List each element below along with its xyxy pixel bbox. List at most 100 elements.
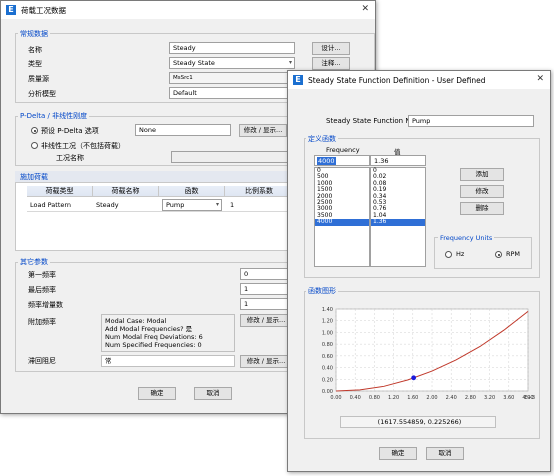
damping-label: 滞回阻尼: [28, 356, 56, 366]
col-load-name: 荷载名称: [93, 186, 159, 197]
additional-freq-label: 附加频率: [28, 318, 56, 326]
app-icon: E: [6, 5, 16, 15]
unit-hz-label: Hz: [456, 250, 465, 258]
pdelta-modify-button[interactable]: 修改 / 显示...: [239, 124, 287, 137]
additional-freq-modify-button[interactable]: 修改 / 显示...: [240, 314, 292, 327]
name-label: 名称: [28, 46, 42, 54]
app-icon: E: [293, 75, 303, 85]
additional-freq-info: Modal Case: Modal Add Modal Frequencies?…: [101, 314, 235, 352]
damping-modify-button[interactable]: 修改 / 显示...: [240, 355, 292, 368]
define-group-title: 定义函数: [306, 134, 338, 144]
loads-group-title: 施加荷载: [20, 173, 48, 181]
add-button[interactable]: 添加: [460, 168, 504, 181]
case-name-label: 工况名称: [56, 154, 84, 162]
x-tick-label: 0.80: [369, 395, 380, 401]
value-edit-field[interactable]: 1.36: [370, 155, 426, 166]
plot-group-title: 函数图形: [306, 286, 338, 296]
type-label: 类型: [28, 60, 42, 68]
table-row[interactable]: Load Pattern Steady Pump ▾ 1: [27, 198, 293, 212]
analysis-model-label: 分析模型: [28, 90, 56, 98]
last-freq-label: 最后频率: [28, 286, 56, 294]
frequency-units-title: Frequency Units: [438, 234, 495, 242]
info-modal-deviations: Num Modal Freq Deviations: 6: [105, 333, 203, 341]
type-value: Steady State: [173, 59, 215, 67]
y-tick-label: 0.80: [322, 342, 333, 348]
x-tick-label: 1.60: [407, 395, 418, 401]
nonlinear-radio[interactable]: [31, 142, 38, 149]
list-item[interactable]: 4000: [315, 218, 369, 226]
damping-field: 常: [101, 355, 235, 367]
dialog-title: Steady State Function Definition - User …: [308, 75, 486, 85]
x-tick-label: 1.20: [388, 395, 399, 401]
analysis-model-field: Default: [169, 87, 295, 99]
mass-source-label: 质量源: [28, 75, 49, 83]
cell-load-name: Steady: [96, 201, 119, 209]
first-freq-field[interactable]: 0: [240, 268, 294, 280]
info-modal-case: Modal Case: Modal: [105, 317, 167, 325]
chevron-down-icon: ▾: [288, 59, 292, 66]
x-tick-label: 2.00: [426, 395, 437, 401]
loads-table-header: 荷载类型 荷载名称 函数 比例系数: [27, 186, 293, 197]
preset-pdelta-radio[interactable]: [31, 127, 38, 134]
case-name-field: [171, 151, 291, 163]
info-specified-freq: Num Specified Frequencies: 0: [105, 341, 202, 349]
x-tick-label: 2.80: [465, 395, 476, 401]
mass-source-field: MsSrc1: [169, 72, 295, 84]
function-chart: 0.000.200.400.600.801.001.201.400.00 0.40…: [322, 307, 535, 401]
frequency-column-header: Frequency: [326, 146, 360, 154]
unit-hz-radio[interactable]: [445, 251, 452, 258]
col-load-type: 荷载类型: [27, 186, 93, 197]
y-tick-label: 0.60: [322, 354, 333, 360]
cell-scale-factor[interactable]: 1: [227, 199, 234, 211]
unit-rpm-label: RPM: [506, 250, 521, 258]
x-scale-label: E+3: [524, 395, 535, 401]
y-tick-label: 1.40: [322, 307, 333, 313]
first-freq-label: 第一频率: [28, 271, 56, 279]
design-button[interactable]: 设计...: [312, 42, 350, 55]
col-scale-factor: 比例系数: [245, 187, 273, 195]
y-tick-label: 0.40: [322, 366, 333, 372]
value-list[interactable]: 0 0.02 0.08 0.19 0.34 0.53 0.76 1.04 1.36: [370, 167, 426, 267]
x-tick-label: 0.40: [350, 395, 361, 401]
list-item[interactable]: 1.36: [371, 218, 425, 226]
freq-increments-field[interactable]: 1: [240, 298, 294, 310]
damping-label-text: 阻尼: [42, 357, 56, 365]
type-select[interactable]: Steady State ▾: [169, 57, 295, 69]
close-icon[interactable]: ✕: [536, 74, 544, 84]
preset-value-field: None: [135, 124, 231, 136]
ok-button[interactable]: 确定: [379, 447, 417, 460]
frequency-edit-value: 4000: [317, 157, 336, 165]
highlight-point: [411, 375, 417, 381]
x-tick-label: 0.00: [330, 395, 341, 401]
unit-rpm-radio[interactable]: [495, 251, 502, 258]
name-field[interactable]: Steady: [169, 42, 295, 54]
pdelta-group-title: P-Delta / 非线性刚度: [18, 111, 90, 121]
notes-button[interactable]: 注释...: [312, 57, 350, 70]
last-freq-field[interactable]: 1: [240, 283, 294, 295]
delete-button[interactable]: 删除: [460, 202, 504, 215]
cell-load-type: Load Pattern: [30, 201, 72, 209]
frequency-list[interactable]: 0 500 1000 1500 2000 2500 3000 3500 4000: [314, 167, 370, 267]
nonlinear-label: 非线性工况（不包括荷载）: [41, 142, 125, 150]
cancel-button[interactable]: 取消: [194, 387, 232, 400]
cancel-button[interactable]: 取消: [426, 447, 464, 460]
ok-button[interactable]: 确定: [138, 387, 176, 400]
info-add-modal-freq: Add Modal Frequencies? 是: [105, 325, 193, 333]
function-select[interactable]: Pump ▾: [162, 199, 222, 211]
dialog-titlebar: E 荷载工况数据 ✕: [1, 1, 375, 19]
general-group-title: 常规数据: [18, 29, 50, 39]
function-value: Pump: [166, 201, 185, 209]
other-group-title: 其它参数: [18, 257, 50, 267]
damping-prefix: 滞回: [28, 357, 42, 365]
frequency-edit-field[interactable]: 4000: [314, 155, 370, 166]
modify-button[interactable]: 修改: [460, 185, 504, 198]
function-name-field[interactable]: Pump: [408, 115, 534, 127]
freq-increments-label: 频率增量数: [28, 301, 63, 309]
close-icon[interactable]: ✕: [361, 4, 369, 14]
y-tick-label: 1.00: [322, 330, 333, 336]
coordinate-readout: (1617.554859, 0.225266): [340, 416, 496, 428]
chevron-down-icon: ▾: [215, 201, 219, 208]
function-definition-dialog: E Steady State Function Definition - Use…: [287, 70, 551, 472]
x-tick-label: 3.20: [484, 395, 495, 401]
dialog-title: 荷载工况数据: [21, 5, 66, 15]
